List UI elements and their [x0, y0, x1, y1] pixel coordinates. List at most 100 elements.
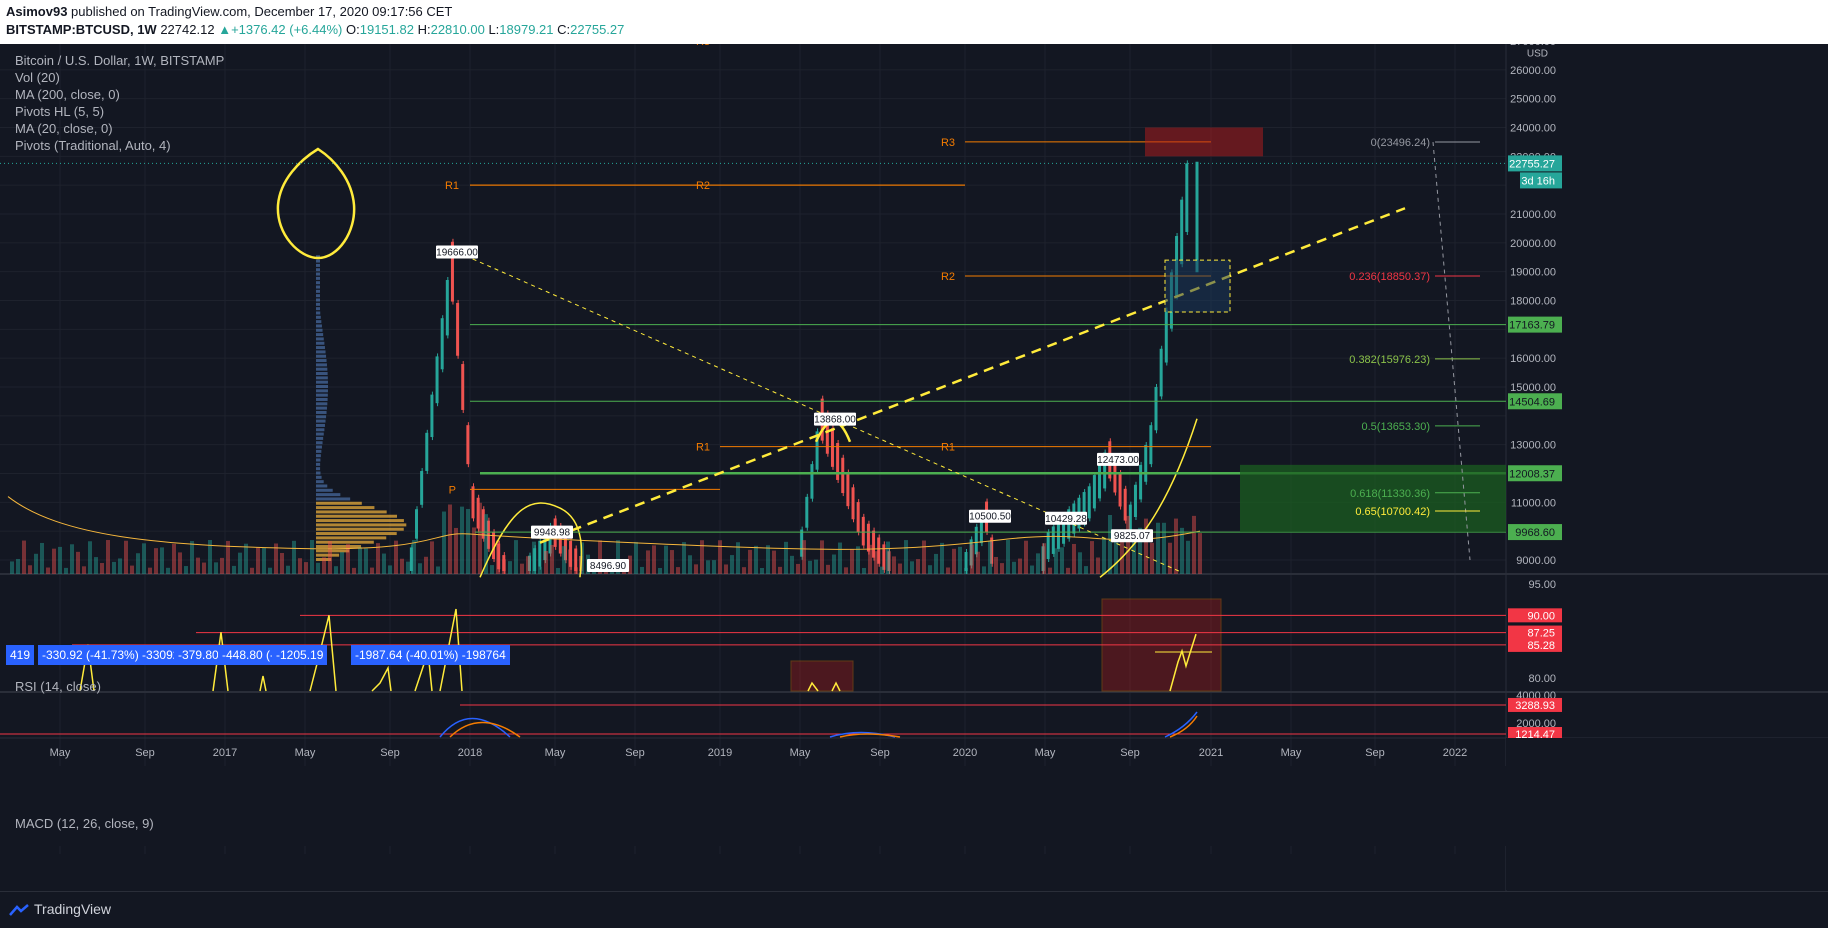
candle-body — [425, 432, 429, 471]
pivot-label: R1 — [941, 442, 955, 454]
volume-bar — [1096, 557, 1100, 574]
volume-bar — [1174, 518, 1178, 574]
volume-profile-bar — [316, 454, 321, 458]
time-tick-label: May — [295, 747, 316, 759]
volume-bar — [106, 540, 110, 574]
volume-bar — [172, 543, 176, 574]
volume-profile-bar — [316, 389, 328, 393]
legend-item-pivots-hl[interactable]: Pivots HL (5, 5) — [15, 103, 224, 120]
time-tick-label: 2017 — [213, 747, 237, 759]
volume-profile-bar — [316, 549, 350, 553]
candle-body — [841, 457, 845, 494]
volume-bar — [772, 550, 776, 574]
volume-bar — [46, 567, 50, 574]
resistance-box — [1145, 127, 1263, 157]
volume-bar — [958, 546, 962, 574]
volume-bar — [964, 567, 968, 574]
candle-body — [430, 394, 434, 438]
volume-bar — [1198, 533, 1202, 574]
price-tick-label: 25000.00 — [1510, 94, 1556, 106]
volume-bar — [136, 553, 140, 574]
time-tick-label: Sep — [1120, 747, 1140, 759]
high-value: 22810.00 — [430, 22, 485, 37]
volume-bar — [544, 550, 548, 574]
volume-profile-bar — [316, 423, 325, 427]
volume-bar — [118, 558, 122, 574]
candle-body — [856, 502, 860, 533]
volume-bar — [112, 561, 116, 574]
volume-bar — [640, 566, 644, 574]
volume-profile-bar — [316, 449, 322, 453]
legend-item-ma200[interactable]: MA (200, close, 0) — [15, 86, 224, 103]
volume-profile-value-box: 419 — [6, 645, 35, 665]
volume-profile-bar — [316, 289, 320, 293]
volume-bar — [526, 556, 530, 574]
volume-bar — [424, 556, 428, 574]
volume-bar — [244, 543, 248, 574]
candle-body — [861, 516, 865, 546]
volume-bar — [778, 566, 782, 574]
volume-bar — [874, 551, 878, 574]
volume-profile-bar — [316, 545, 362, 549]
volume-bar — [754, 545, 758, 574]
fib-level-label: 0(23496.24) — [1371, 137, 1430, 149]
volume-bar — [310, 540, 314, 574]
close-value: 22755.27 — [570, 22, 625, 37]
volume-bar — [538, 566, 542, 574]
volume-bar — [562, 546, 566, 574]
volume-profile-bar — [316, 484, 328, 488]
price-tick-label: 24000.00 — [1510, 123, 1556, 135]
volume-bar — [658, 567, 662, 574]
price-callout-text: 8496.90 — [590, 561, 627, 572]
candle-body — [538, 540, 542, 567]
price-callout-text: 12473.00 — [1097, 455, 1139, 466]
volume-bar — [442, 511, 446, 574]
volume-bar — [826, 564, 830, 574]
legend-title[interactable]: Bitcoin / U.S. Dollar, 1W, BITSTAMP — [15, 52, 224, 69]
candle-body — [466, 425, 470, 465]
level-tag-text: 12008.37 — [1509, 468, 1555, 480]
consolidation-box — [1165, 260, 1230, 313]
legend-item-pivots-traditional[interactable]: Pivots (Traditional, Auto, 4) — [15, 137, 224, 154]
candle-body — [1159, 348, 1163, 397]
volume-bar — [1024, 540, 1028, 574]
high-label: H: — [417, 22, 431, 37]
legend-item-vol[interactable]: Vol (20) — [15, 69, 224, 86]
time-tick-label: May — [545, 747, 566, 759]
volume-bar — [814, 559, 818, 574]
volume-bar — [1030, 565, 1034, 574]
tradingview-logo[interactable]: TradingView — [8, 901, 111, 917]
brand-name: TradingView — [34, 901, 112, 917]
volume-profile-bar — [316, 376, 328, 380]
volume-bar — [886, 541, 890, 574]
macd-pane-title[interactable]: MACD (12, 26, close, 9) — [15, 816, 154, 831]
volume-bar — [922, 540, 926, 574]
volume-bar — [478, 502, 482, 574]
chart-canvas[interactable]: R3 R3 R1 R2 R2 R1 R1 P 0(23496.24) 0.236(18850.37… — [0, 44, 1828, 891]
publish-header: Asimov93 published on TradingView.com, D… — [0, 0, 1828, 44]
candle-body — [456, 302, 460, 356]
volume-bar — [688, 555, 692, 574]
author-name[interactable]: Asimov93 — [6, 4, 67, 19]
volume-bar — [382, 553, 386, 574]
volume-bar — [952, 548, 956, 574]
volume-profile-bar — [316, 333, 324, 337]
volume-profile-bar — [316, 385, 328, 388]
candle-body — [445, 280, 449, 336]
volume-bar — [340, 552, 344, 574]
rsi-tick-label: 80.00 — [1528, 673, 1556, 685]
volume-profile-bar — [316, 402, 328, 406]
rsi-pane-title[interactable]: RSI (14, close) — [15, 679, 101, 694]
volume-profile-bar — [316, 337, 324, 341]
pivot-label: P — [449, 484, 456, 496]
volume-profile-bar — [316, 540, 374, 544]
volume-bar — [796, 563, 800, 574]
legend-item-ma20[interactable]: MA (20, close, 0) — [15, 120, 224, 137]
candle-body — [415, 509, 419, 539]
candle-body — [435, 356, 439, 404]
volume-bar — [400, 558, 404, 574]
volume-bar — [28, 565, 32, 574]
volume-bar — [418, 563, 422, 574]
volume-profile-bar — [316, 497, 351, 501]
volume-bar — [52, 548, 56, 574]
